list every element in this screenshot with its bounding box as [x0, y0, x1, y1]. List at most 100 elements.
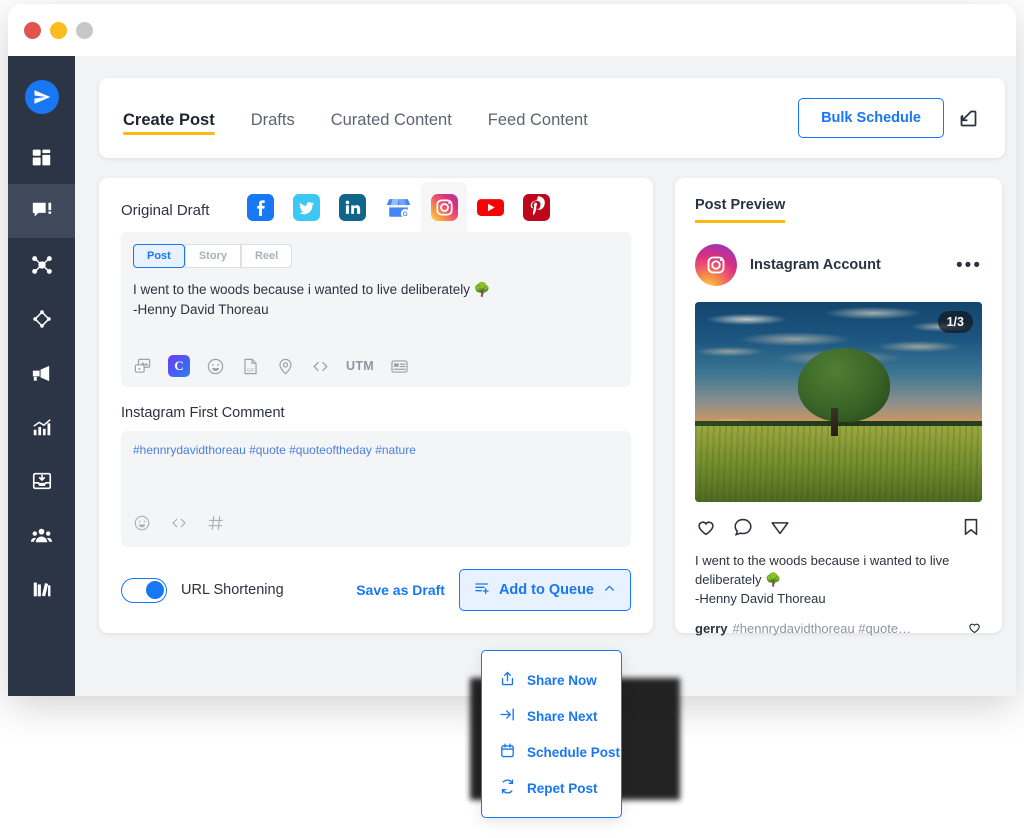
sidebar-item-inbox[interactable]	[8, 454, 75, 508]
facebook-icon	[247, 194, 274, 221]
comment-toolbar	[133, 514, 225, 537]
post-type-segmented-control: Post Story Reel	[133, 244, 619, 268]
nav-tabs: Create Post Drafts Curated Content Feed …	[123, 78, 588, 158]
tab-curated-content[interactable]: Curated Content	[331, 78, 452, 158]
tab-drafts[interactable]: Drafts	[251, 78, 295, 158]
preview-caption-line-2: deliberately 🌳	[695, 571, 982, 590]
sidebar-item-dashboard[interactable]	[8, 130, 75, 184]
comment-heart-icon[interactable]	[967, 620, 982, 638]
books-icon	[31, 578, 53, 600]
emoji-icon[interactable]	[206, 357, 225, 376]
segment-story[interactable]: Story	[185, 244, 241, 268]
share-icon[interactable]	[769, 516, 791, 543]
page-tabbar: Create Post Drafts Curated Content Feed …	[99, 78, 1005, 158]
toggle-knob	[146, 581, 164, 599]
preview-caption-line-3: -Henny David Thoreau	[695, 590, 982, 609]
post-text-area[interactable]: I went to the woods because i wanted to …	[133, 280, 619, 319]
tab-create-post[interactable]: Create Post	[123, 78, 215, 158]
canva-icon[interactable]: C	[168, 355, 190, 377]
dropdown-label: Schedule Post	[527, 745, 620, 760]
megaphone-icon	[30, 362, 53, 385]
sidebar-item-campaigns[interactable]	[8, 346, 75, 400]
image-tree-trunk	[831, 408, 838, 436]
sidebar-item-hub[interactable]	[8, 292, 75, 346]
preview-image[interactable]: 1/3	[695, 302, 982, 502]
publish-comment-icon	[31, 200, 53, 222]
sidebar-item-engage[interactable]	[8, 238, 75, 292]
collapse-box-icon[interactable]	[958, 108, 979, 129]
url-shortening-toggle[interactable]	[121, 578, 167, 603]
channel-tab-youtube[interactable]	[467, 182, 513, 232]
channel-tab-instagram[interactable]	[421, 182, 467, 232]
hashtag-icon[interactable]	[207, 514, 225, 537]
sidebar-item-logo-send[interactable]	[8, 70, 75, 124]
card-template-icon[interactable]	[390, 357, 409, 376]
post-editor[interactable]: Post Story Reel I went to the woods beca…	[121, 232, 631, 387]
preview-caption: I went to the woods because i wanted to …	[695, 552, 982, 609]
editor-preview-columns: Original Draft	[99, 178, 1002, 633]
emoji-icon[interactable]	[133, 514, 151, 537]
refresh-icon	[499, 778, 516, 798]
arrow-to-line-icon	[499, 706, 516, 726]
avatar	[695, 244, 737, 286]
channel-tab-linkedin[interactable]	[329, 182, 375, 232]
bookmark-icon[interactable]	[960, 516, 982, 543]
sidebar-item-team[interactable]	[8, 508, 75, 562]
add-to-queue-button[interactable]: Add to Queue	[459, 569, 631, 611]
queue-add-icon	[474, 580, 490, 600]
first-comment-box[interactable]: #hennrydavidthoreau #quote #quoteoftheda…	[121, 431, 631, 547]
left-sidebar	[8, 56, 75, 696]
code-icon[interactable]	[311, 357, 330, 376]
close-window-button[interactable]	[24, 22, 41, 39]
dropdown-label: Share Now	[527, 673, 597, 688]
preview-action-icons	[695, 516, 982, 543]
svg-text:G: G	[403, 211, 408, 218]
code-icon[interactable]	[170, 514, 188, 537]
bulk-schedule-button[interactable]: Bulk Schedule	[798, 98, 944, 138]
chevron-up-icon	[603, 582, 616, 599]
dropdown-item-schedule-post[interactable]: Schedule Post	[482, 734, 621, 770]
editor-toolbar: C GIF	[133, 355, 409, 377]
post-preview-card: Post Preview Instagram Account •••	[675, 178, 1002, 633]
preview-more-button[interactable]: •••	[956, 256, 982, 275]
tab-feed-content[interactable]: Feed Content	[488, 78, 588, 158]
original-draft-label: Original Draft	[121, 202, 209, 232]
preview-first-comment: gerry #hennrydavidthoreau #quote…	[695, 620, 982, 638]
first-comment-text: #hennrydavidthoreau #quote #quoteoftheda…	[133, 443, 619, 457]
heart-icon[interactable]	[695, 516, 717, 543]
preview-account-row: Instagram Account •••	[695, 244, 982, 286]
maximize-window-button[interactable]	[76, 22, 93, 39]
add-to-queue-dropdown: Share Now Share Next Schedule Post Repet…	[481, 650, 622, 818]
channel-tab-facebook[interactable]	[237, 182, 283, 232]
share-upload-icon	[499, 670, 516, 690]
location-pin-icon[interactable]	[276, 357, 295, 376]
segment-reel[interactable]: Reel	[241, 244, 292, 268]
dropdown-item-share-now[interactable]: Share Now	[482, 662, 621, 698]
channel-tab-google-business[interactable]: G	[375, 182, 421, 232]
utm-button[interactable]: UTM	[346, 359, 374, 373]
media-icon[interactable]	[133, 357, 152, 376]
people-icon	[30, 524, 53, 547]
minimize-window-button[interactable]	[50, 22, 67, 39]
channel-tab-twitter[interactable]	[283, 182, 329, 232]
segment-post[interactable]: Post	[133, 244, 185, 268]
channel-tabbar: Original Draft	[99, 178, 653, 232]
sidebar-item-analytics[interactable]	[8, 400, 75, 454]
bar-chart-icon	[31, 416, 53, 438]
preview-account-name: Instagram Account	[750, 257, 881, 273]
comment-username[interactable]: gerry	[695, 621, 728, 636]
app-window: Create Post Drafts Curated Content Feed …	[8, 4, 1016, 696]
sidebar-item-library[interactable]	[8, 562, 75, 616]
sidebar-item-publish[interactable]	[8, 184, 75, 238]
save-as-draft-button[interactable]: Save as Draft	[356, 582, 445, 598]
window-titlebar	[8, 4, 1016, 56]
dropdown-item-share-next[interactable]: Share Next	[482, 698, 621, 734]
image-field	[695, 426, 982, 502]
comment-icon[interactable]	[732, 516, 754, 543]
comment-hashtags: #hennrydavidthoreau #quote…	[733, 621, 912, 636]
dropdown-item-repeat-post[interactable]: Repet Post	[482, 770, 621, 806]
gif-icon[interactable]: GIF	[241, 357, 260, 376]
diamond-nodes-icon	[31, 308, 53, 330]
preview-title: Post Preview	[695, 197, 785, 223]
channel-tab-pinterest[interactable]	[513, 182, 559, 232]
